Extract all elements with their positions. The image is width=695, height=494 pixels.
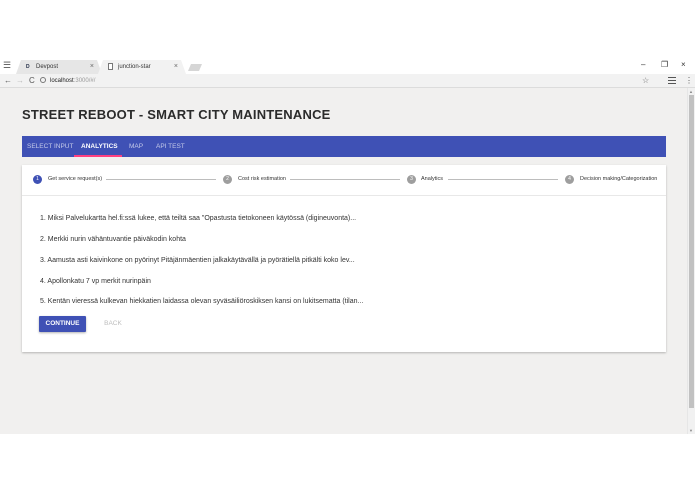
forward-arrow-icon[interactable]: →: [16, 75, 24, 87]
step-4-circle[interactable]: 4: [565, 175, 574, 184]
page-title: STREET REBOOT - SMART CITY MAINTENANCE: [22, 107, 331, 122]
chrome-menu-icon[interactable]: ⋮: [685, 75, 693, 87]
back-arrow-icon[interactable]: ←: [4, 75, 12, 87]
browser-window: ☰ D Devpost × junction-star × – ❐ × ← → …: [0, 0, 695, 494]
step-4-label[interactable]: Decision making/Categorization: [580, 175, 657, 184]
reload-icon[interactable]: C: [29, 75, 35, 87]
tab-api-test[interactable]: API TEST: [156, 136, 185, 157]
tab-close-icon[interactable]: ×: [90, 60, 94, 74]
tab-analytics[interactable]: ANALYTICS: [81, 136, 118, 157]
service-request-item: 2. Merkki nurin vähäntuvantie päiväkodin…: [40, 236, 186, 243]
close-window-icon[interactable]: ×: [681, 60, 686, 70]
site-info-icon[interactable]: [40, 77, 46, 83]
service-request-item: 4. Apollonkatu 7 vp merkit nurinpäin: [40, 278, 151, 285]
tab-close-icon[interactable]: ×: [174, 60, 178, 74]
stepper-divider: [22, 195, 666, 196]
extensions-icon[interactable]: [668, 77, 676, 85]
step-connector: [448, 179, 558, 180]
tab-label: junction-star: [118, 64, 151, 70]
step-1-circle[interactable]: 1: [33, 175, 42, 184]
service-request-item: 3. Aamusta asti kaivinkone on pyörinyt P…: [40, 257, 355, 264]
scroll-down-icon[interactable]: ▼: [689, 428, 693, 433]
scroll-up-icon[interactable]: ▲: [689, 89, 693, 94]
url-path: :3000/#/: [73, 78, 96, 84]
step-2-circle[interactable]: 2: [223, 175, 232, 184]
devpost-favicon-icon: D: [26, 64, 30, 70]
continue-button[interactable]: CONTINUE: [39, 316, 86, 332]
maximize-icon[interactable]: ❐: [661, 60, 668, 70]
app-nav-bar: [22, 136, 666, 157]
scrollbar-thumb[interactable]: [689, 95, 694, 408]
minimize-icon[interactable]: –: [641, 60, 645, 70]
address-bar[interactable]: localhost:3000/#/: [40, 76, 650, 86]
bookmark-star-icon[interactable]: ☆: [642, 75, 649, 87]
service-request-item: 1. Miksi Palvelukartta hel.fi:ssä lukee,…: [40, 215, 357, 222]
step-connector: [290, 179, 400, 180]
active-tab-indicator: [74, 155, 122, 157]
tab-select-input[interactable]: SELECT INPUT: [27, 136, 73, 157]
tab-map[interactable]: MAP: [129, 136, 143, 157]
step-1-label[interactable]: Get service request(s): [48, 175, 102, 184]
service-request-item: 5. Kentän vieressä kulkevan hiekkatien l…: [40, 298, 364, 305]
step-2-label[interactable]: Cost risk estimation: [238, 175, 286, 184]
browser-tab-devpost[interactable]: D Devpost ×: [16, 60, 102, 74]
page-favicon-icon: [108, 63, 113, 70]
browser-menu-icon[interactable]: ☰: [3, 61, 11, 70]
step-connector: [106, 179, 216, 180]
step-3-label[interactable]: Analytics: [421, 175, 443, 184]
back-button[interactable]: BACK: [96, 316, 130, 332]
url-host: localhost: [50, 78, 74, 84]
step-3-circle[interactable]: 3: [407, 175, 416, 184]
browser-tab-junction-star[interactable]: junction-star ×: [98, 60, 186, 74]
tab-label: Devpost: [36, 64, 59, 70]
